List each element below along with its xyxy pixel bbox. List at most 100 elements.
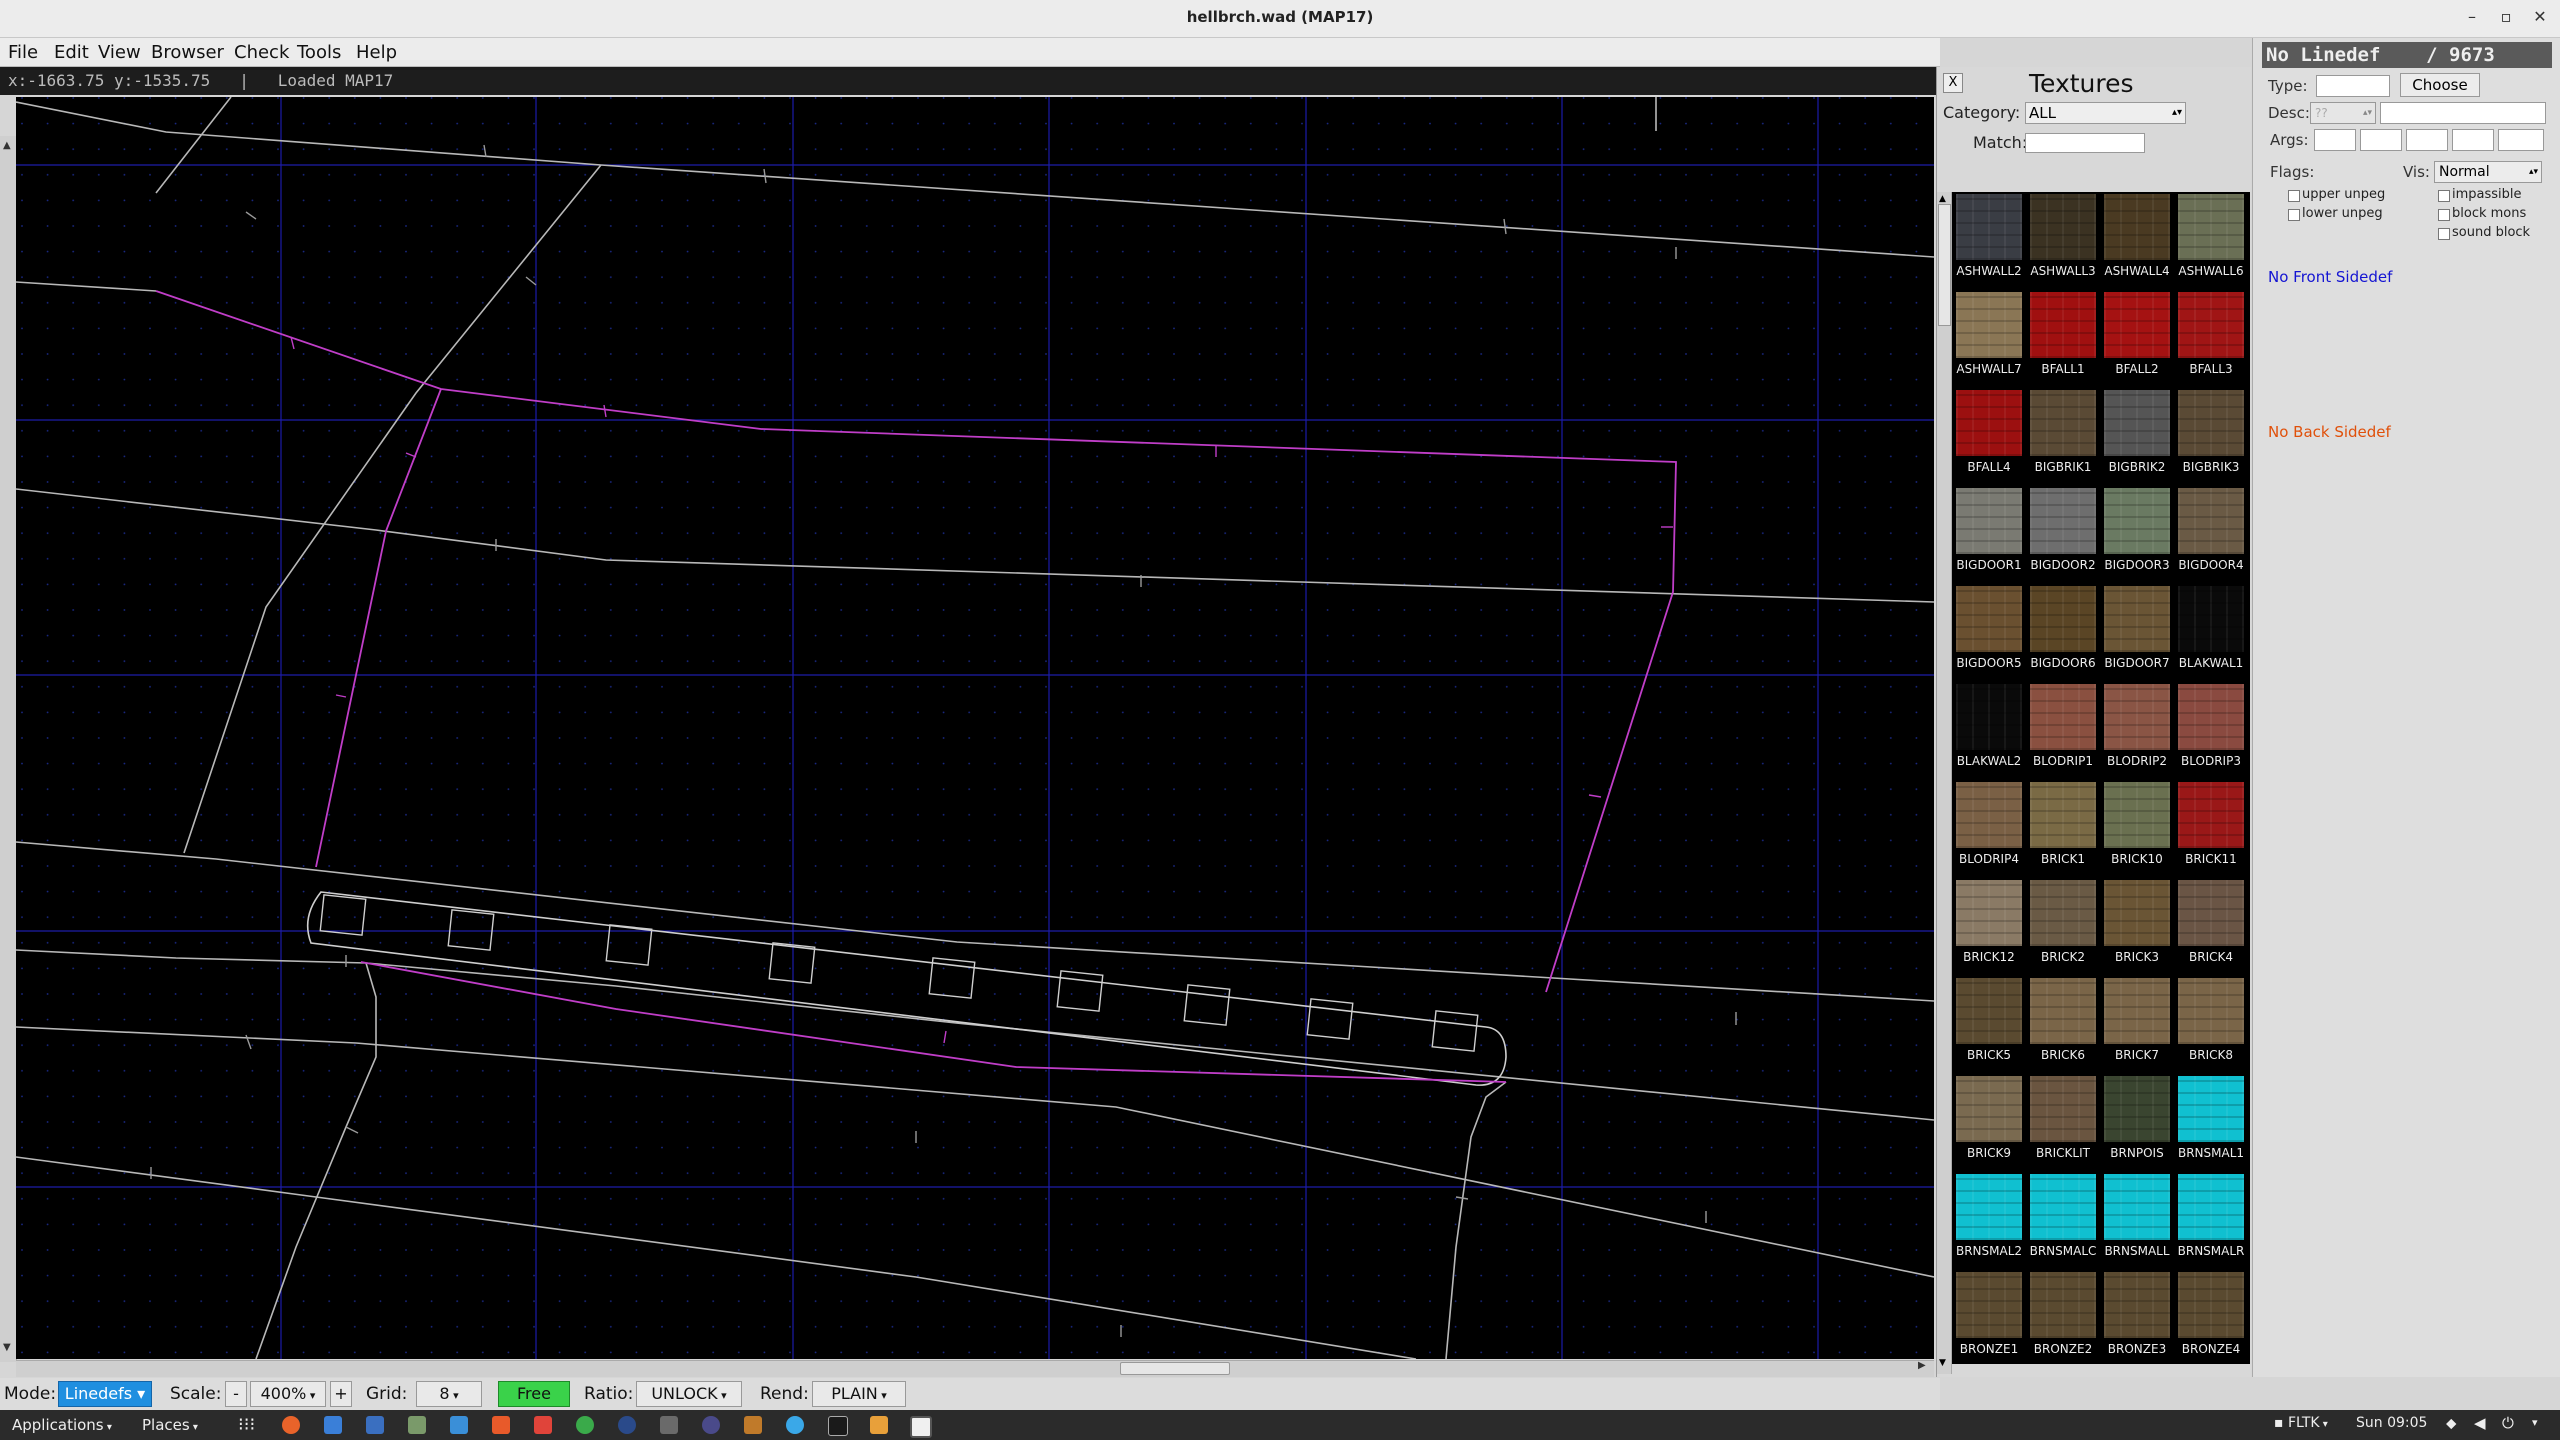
texture-swatch[interactable] [2178, 782, 2244, 848]
texture-swatch[interactable] [2030, 978, 2096, 1044]
texture-swatch[interactable] [1956, 1076, 2022, 1142]
texture-swatch[interactable] [2104, 782, 2170, 848]
texture-swatch[interactable] [2030, 1076, 2096, 1142]
textures-scroll-thumb[interactable] [1938, 204, 1951, 326]
firefox-icon[interactable] [282, 1416, 300, 1434]
texture-swatch[interactable] [1956, 1174, 2022, 1240]
texture-swatch[interactable] [1956, 194, 2022, 260]
menu-browser[interactable]: Browser [151, 42, 224, 63]
close-window-button[interactable]: ✕ [2528, 6, 2552, 28]
clock[interactable]: Sun 09:05 [2356, 1415, 2427, 1431]
horizontal-scrollbar[interactable] [16, 1360, 1934, 1377]
app-icon-6[interactable] [492, 1416, 510, 1434]
texture-swatch[interactable] [2104, 194, 2170, 260]
arg4-input[interactable] [2452, 129, 2494, 151]
texture-swatch[interactable] [2030, 1174, 2096, 1240]
app-icon-9[interactable] [618, 1416, 636, 1434]
notes-icon[interactable] [870, 1416, 888, 1434]
scroll-right-icon[interactable]: ▶ [1918, 1360, 1926, 1371]
app-icon-11[interactable] [702, 1416, 720, 1434]
texture-swatch[interactable] [2030, 194, 2096, 260]
texture-swatch[interactable] [2104, 1174, 2170, 1240]
files-icon[interactable] [366, 1416, 384, 1434]
type-input[interactable] [2316, 75, 2390, 97]
app-icon-12[interactable] [744, 1416, 762, 1434]
texture-swatch[interactable] [2178, 390, 2244, 456]
applications-menu[interactable]: Applications ▾ [12, 1416, 112, 1434]
texture-swatch[interactable] [2178, 978, 2244, 1044]
texture-swatch[interactable] [2104, 1076, 2170, 1142]
texture-swatch[interactable] [2104, 1272, 2170, 1338]
menu-view[interactable]: View [98, 42, 141, 63]
text-editor-icon[interactable] [450, 1416, 468, 1434]
texture-swatch[interactable] [2178, 194, 2244, 260]
texture-swatch[interactable] [2104, 390, 2170, 456]
scroll-up-icon[interactable]: ▲ [1939, 194, 1946, 204]
sound-block-checkbox[interactable] [2438, 228, 2450, 240]
chrome-icon[interactable] [576, 1416, 594, 1434]
upper-unpeg-checkbox[interactable] [2288, 190, 2300, 202]
menu-file[interactable]: File [8, 42, 38, 63]
impassible-checkbox[interactable] [2438, 190, 2450, 202]
texture-swatch[interactable] [2178, 1174, 2244, 1240]
texture-swatch[interactable] [1956, 978, 2022, 1044]
scroll-up-icon[interactable]: ▲ [3, 140, 11, 151]
texture-swatch[interactable] [2178, 488, 2244, 554]
arg1-input[interactable] [2314, 129, 2356, 151]
app-grid-icon[interactable]: ⁝⁝⁝ [238, 1414, 255, 1435]
texture-swatch[interactable] [2178, 586, 2244, 652]
texture-swatch[interactable] [2178, 880, 2244, 946]
block-mons-checkbox[interactable] [2438, 209, 2450, 221]
active-window-icon[interactable] [910, 1416, 932, 1438]
desc-select[interactable]: ?? ▴▾ [2310, 102, 2376, 124]
power-icon[interactable]: ⏻ [2502, 1414, 2514, 1432]
volume-icon[interactable]: ◀ [2474, 1414, 2486, 1432]
texture-swatch[interactable] [1956, 586, 2022, 652]
menu-check[interactable]: Check [234, 42, 289, 63]
texture-swatch[interactable] [2104, 586, 2170, 652]
texture-swatch[interactable] [1956, 880, 2022, 946]
texture-swatch[interactable] [2030, 782, 2096, 848]
arg5-input[interactable] [2498, 129, 2544, 151]
scale-select[interactable]: 400% ▾ [250, 1381, 326, 1407]
textures-close-button[interactable]: X [1943, 73, 1963, 93]
menu-tools[interactable]: Tools [297, 42, 341, 63]
texture-swatch[interactable] [1956, 1272, 2022, 1338]
terminal-icon[interactable] [828, 1416, 848, 1436]
places-menu[interactable]: Places ▾ [142, 1416, 198, 1434]
texture-swatch[interactable] [2178, 684, 2244, 750]
texture-swatch[interactable] [2104, 880, 2170, 946]
ratio-select[interactable]: UNLOCK ▾ [636, 1381, 742, 1407]
vis-select[interactable]: Normal ▴▾ [2434, 161, 2542, 183]
lower-unpeg-checkbox[interactable] [2288, 209, 2300, 221]
texture-swatch[interactable] [2030, 586, 2096, 652]
thunderbird-icon[interactable] [324, 1416, 342, 1434]
network-icon[interactable]: ⬥ [2446, 1414, 2457, 1432]
mode-select[interactable]: Linedefs ▾ [58, 1381, 152, 1407]
scroll-down-icon[interactable]: ▼ [1939, 1358, 1946, 1368]
category-select[interactable]: ALL ▴▾ [2025, 102, 2186, 124]
map-canvas[interactable] [16, 97, 1934, 1359]
texture-swatch[interactable] [2030, 684, 2096, 750]
texture-swatch[interactable] [2104, 488, 2170, 554]
scale-minus-button[interactable]: - [225, 1381, 247, 1407]
free-toggle-button[interactable]: Free [498, 1381, 570, 1407]
scale-plus-button[interactable]: + [330, 1381, 352, 1407]
arg2-input[interactable] [2360, 129, 2402, 151]
match-input[interactable] [2025, 133, 2145, 153]
texture-swatch[interactable] [2030, 292, 2096, 358]
texture-swatch[interactable] [2104, 978, 2170, 1044]
texture-swatch[interactable] [2030, 488, 2096, 554]
scroll-down-icon[interactable]: ▼ [3, 1342, 11, 1353]
texture-swatch[interactable] [1956, 292, 2022, 358]
texture-swatch[interactable] [2030, 390, 2096, 456]
choose-button[interactable]: Choose [2400, 73, 2480, 97]
texture-swatch[interactable] [1956, 782, 2022, 848]
texture-swatch[interactable] [2030, 1272, 2096, 1338]
app-icon-4[interactable] [408, 1416, 426, 1434]
texture-swatch[interactable] [2104, 292, 2170, 358]
horizontal-scroll-thumb[interactable] [1120, 1362, 1230, 1375]
minimize-button[interactable]: – [2460, 6, 2484, 28]
texture-swatch[interactable] [2030, 880, 2096, 946]
keyboard-indicator[interactable]: ▪ FLTK ▾ [2274, 1415, 2328, 1431]
